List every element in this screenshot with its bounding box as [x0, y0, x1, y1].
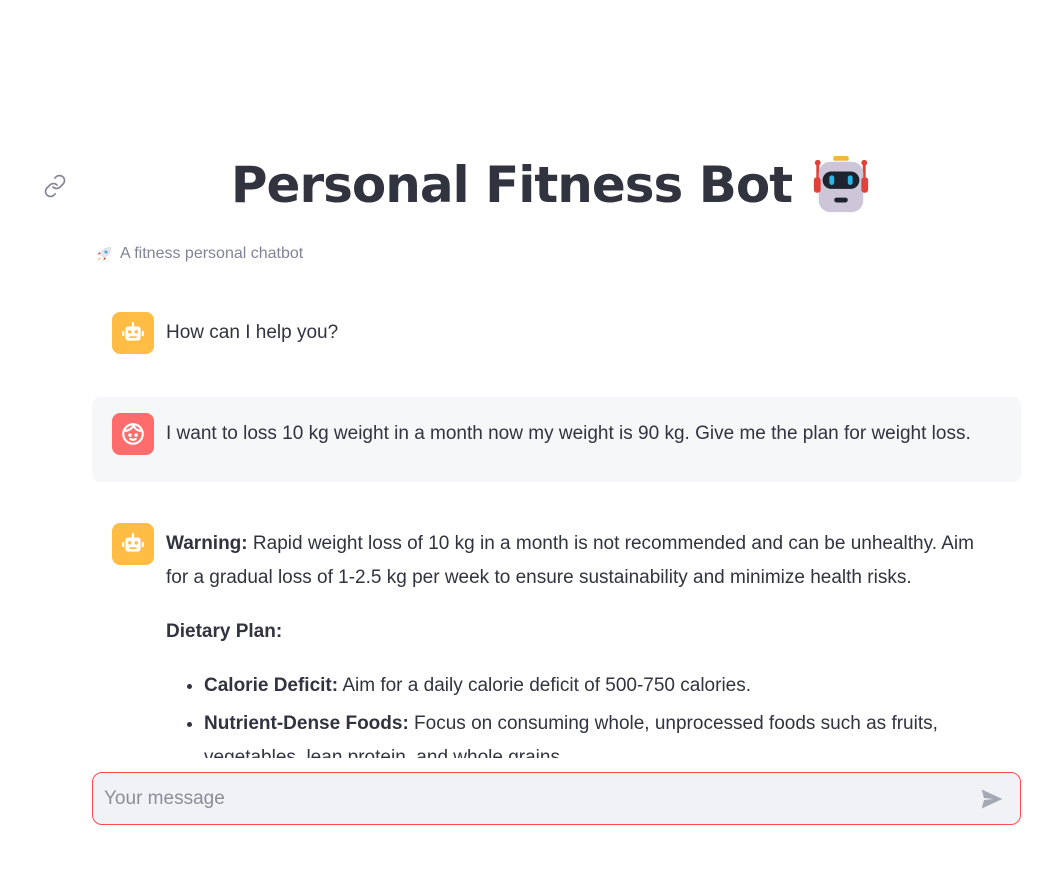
send-button[interactable]	[968, 775, 1016, 823]
chat-message-assistant: How can I help you?	[92, 296, 1021, 370]
section-heading: Dietary Plan:	[166, 621, 283, 642]
app-root: Personal Fitness Bot A fitness personal …	[0, 0, 1063, 871]
send-icon	[981, 788, 1003, 809]
caption-text: A fitness personal chatbot	[120, 245, 304, 262]
bot-icon	[122, 322, 144, 341]
bot-avatar	[112, 523, 154, 565]
warning-paragraph: Warning: Rapid weight loss of 10 kg in a…	[166, 527, 1001, 595]
chat-message-assistant: Warning: Rapid weight loss of 10 kg in a…	[92, 507, 1021, 758]
robot-face-icon	[813, 155, 869, 213]
user-face-icon	[122, 423, 144, 445]
list-item: Nutrient-Dense Foods: Focus on consuming…	[204, 707, 1001, 758]
rocket-icon	[97, 247, 111, 261]
chat-input-box[interactable]	[92, 772, 1021, 825]
caption: A fitness personal chatbot	[94, 244, 303, 264]
bot-icon	[122, 533, 144, 552]
list-item: Calorie Deficit: Aim for a daily calorie…	[204, 669, 1001, 703]
title-row: Personal Fitness Bot	[0, 150, 1063, 220]
message-text: How can I help you?	[166, 322, 339, 343]
user-avatar	[112, 413, 154, 455]
bot-avatar	[112, 312, 154, 354]
page-title: Personal Fitness Bot	[230, 156, 793, 214]
chat-input[interactable]	[93, 773, 968, 824]
message-text: I want to loss 10 kg weight in a month n…	[166, 423, 971, 444]
chat-scroll-area: Personal Fitness Bot A fitness personal …	[0, 0, 1063, 758]
warning-label: Warning:	[166, 533, 248, 554]
plan-list: Calorie Deficit: Aim for a daily calorie…	[166, 669, 1001, 758]
warning-text: Rapid weight loss of 10 kg in a month is…	[166, 533, 974, 588]
chat-message-user: I want to loss 10 kg weight in a month n…	[92, 397, 1021, 482]
message-text: Warning: Rapid weight loss of 10 kg in a…	[166, 523, 1001, 758]
